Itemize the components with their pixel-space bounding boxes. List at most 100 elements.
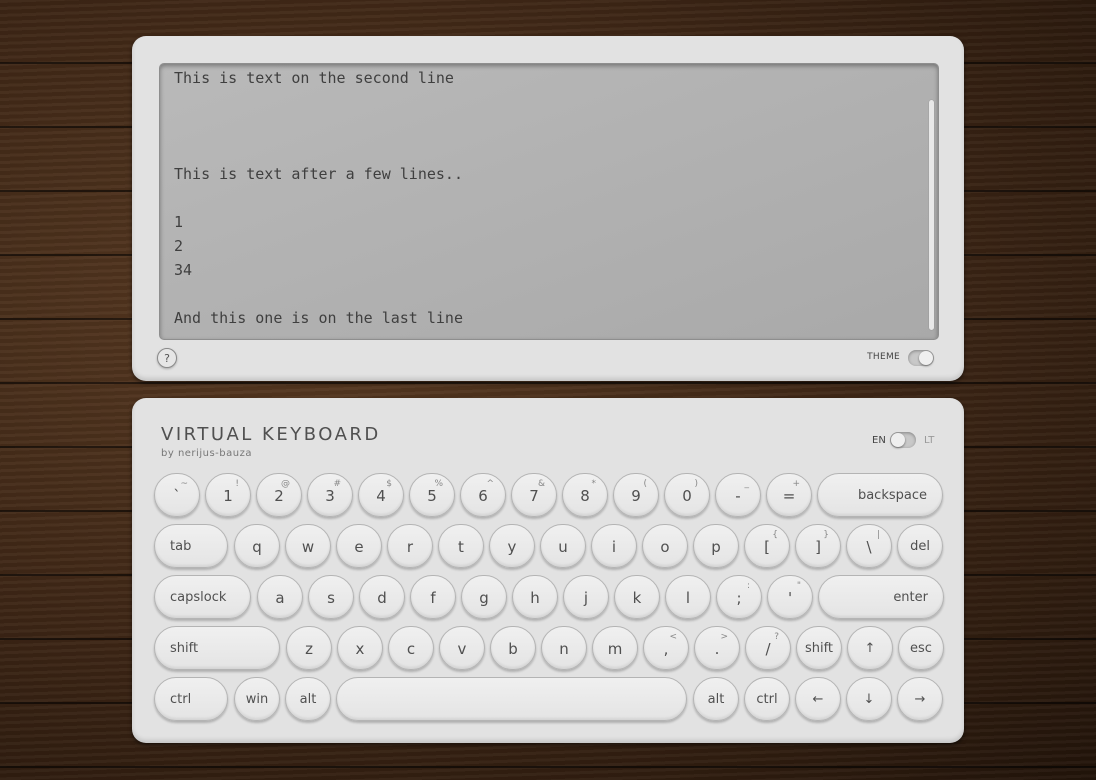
key-enter[interactable]: enter xyxy=(818,575,944,619)
key-label: del xyxy=(910,539,930,554)
keyboard-title: VIRTUAL KEYBOARD xyxy=(161,424,381,445)
key-4[interactable]: 4 $ xyxy=(358,473,404,517)
key-shift-label: ) xyxy=(694,479,698,489)
key-label: s xyxy=(327,589,335,607)
keyboard-author: by nerijus-bauza xyxy=(161,448,252,459)
key-label: esc xyxy=(910,641,932,656)
key-t[interactable]: t xyxy=(438,524,484,568)
key-minus[interactable]: - _ xyxy=(715,473,761,517)
key-shift-label: } xyxy=(823,530,829,540)
key-right-bracket[interactable]: ]} xyxy=(795,524,841,568)
key-j[interactable]: j xyxy=(563,575,609,619)
key-2[interactable]: 2 @ xyxy=(256,473,302,517)
key-label: 4 xyxy=(376,487,386,505)
key-label: p xyxy=(711,538,721,556)
key-label: 6 xyxy=(478,487,488,505)
key-label: v xyxy=(457,640,467,658)
key-shift[interactable]: shift xyxy=(154,626,280,670)
key-alt[interactable]: alt xyxy=(285,677,331,721)
key-label: ↑ xyxy=(864,641,876,656)
key-left-bracket[interactable]: [{ xyxy=(744,524,790,568)
key-win[interactable]: win xyxy=(234,677,280,721)
key-alt[interactable]: alt xyxy=(693,677,739,721)
key-backspace[interactable]: backspace xyxy=(817,473,943,517)
key-period[interactable]: . > xyxy=(694,626,740,670)
key-shift-label: + xyxy=(792,479,800,489)
key-label: 1 xyxy=(223,487,233,505)
key-1[interactable]: 1! xyxy=(205,473,251,517)
key-backslash[interactable]: \ | xyxy=(846,524,892,568)
text-display[interactable]: This is text on the second line This is … xyxy=(159,63,939,340)
key-8[interactable]: 8 * xyxy=(562,473,608,517)
key-label: [ xyxy=(764,538,770,556)
key-h[interactable]: h xyxy=(512,575,558,619)
key-label: r xyxy=(406,538,414,556)
key-0[interactable]: 0) xyxy=(664,473,710,517)
key-3[interactable]: 3 # xyxy=(307,473,353,517)
key-k[interactable]: k xyxy=(614,575,660,619)
key-shift-label: # xyxy=(333,479,341,489)
help-button[interactable]: ? xyxy=(157,348,177,368)
language-toggle[interactable] xyxy=(890,432,916,448)
key-c[interactable]: c xyxy=(388,626,434,670)
key-label: t xyxy=(458,538,464,556)
key-e[interactable]: e xyxy=(336,524,382,568)
key-label: 0 xyxy=(682,487,692,505)
key-x[interactable]: x xyxy=(337,626,383,670)
key-p[interactable]: p xyxy=(693,524,739,568)
key-label: i xyxy=(611,538,617,556)
key-shift-label: > xyxy=(720,632,728,642)
key-r[interactable]: r xyxy=(387,524,433,568)
key-m[interactable]: m xyxy=(592,626,638,670)
key-l[interactable]: l xyxy=(665,575,711,619)
key-label: z xyxy=(305,640,313,658)
key-shift[interactable]: shift xyxy=(796,626,842,670)
scrollbar-thumb[interactable] xyxy=(929,100,934,330)
key-w[interactable]: w xyxy=(285,524,331,568)
key-arrow-up[interactable]: ↑ xyxy=(847,626,893,670)
key-arrow-down[interactable]: ↓ xyxy=(846,677,892,721)
key-b[interactable]: b xyxy=(490,626,536,670)
key-label: , xyxy=(663,640,669,658)
key-shift-label: ( xyxy=(643,479,647,489)
key-del[interactable]: del xyxy=(897,524,943,568)
key-label: ; xyxy=(736,589,742,607)
key-5[interactable]: 5% xyxy=(409,473,455,517)
key-d[interactable]: d xyxy=(359,575,405,619)
key-arrow-right[interactable]: → xyxy=(897,677,943,721)
key-u[interactable]: u xyxy=(540,524,586,568)
key-6[interactable]: 6 ^ xyxy=(460,473,506,517)
theme-toggle[interactable] xyxy=(908,350,934,366)
key-s[interactable]: s xyxy=(308,575,354,619)
key-f[interactable]: f xyxy=(410,575,456,619)
key-q[interactable]: q xyxy=(234,524,280,568)
key-v[interactable]: v xyxy=(439,626,485,670)
key-y[interactable]: y xyxy=(489,524,535,568)
key-tab[interactable]: tab xyxy=(154,524,228,568)
key-7[interactable]: 7 & xyxy=(511,473,557,517)
key-n[interactable]: n xyxy=(541,626,587,670)
key-equals[interactable]: = + xyxy=(766,473,812,517)
key-o[interactable]: o xyxy=(642,524,688,568)
key-ctrl[interactable]: ctrl xyxy=(744,677,790,721)
key-space[interactable] xyxy=(336,677,687,721)
key-label: shift xyxy=(804,641,834,656)
key-9[interactable]: 9( xyxy=(613,473,659,517)
key-ctrl[interactable]: ctrl xyxy=(154,677,228,721)
key-shift-label: ? xyxy=(774,632,779,642)
key-arrow-left[interactable]: ← xyxy=(795,677,841,721)
screen-panel: This is text on the second line This is … xyxy=(132,36,964,381)
key-semicolon[interactable]: ;: xyxy=(716,575,762,619)
key-a[interactable]: a xyxy=(257,575,303,619)
key-comma[interactable]: , < xyxy=(643,626,689,670)
key-slash[interactable]: /? xyxy=(745,626,791,670)
key-g[interactable]: g xyxy=(461,575,507,619)
key-i[interactable]: i xyxy=(591,524,637,568)
key-esc[interactable]: esc xyxy=(898,626,944,670)
key-quote[interactable]: ' " xyxy=(767,575,813,619)
key-label: tab xyxy=(170,539,192,554)
key-backtick[interactable]: ` ~ xyxy=(154,473,200,517)
key-capslock[interactable]: capslock xyxy=(154,575,251,619)
scrollbar[interactable] xyxy=(929,100,934,330)
key-z[interactable]: z xyxy=(286,626,332,670)
